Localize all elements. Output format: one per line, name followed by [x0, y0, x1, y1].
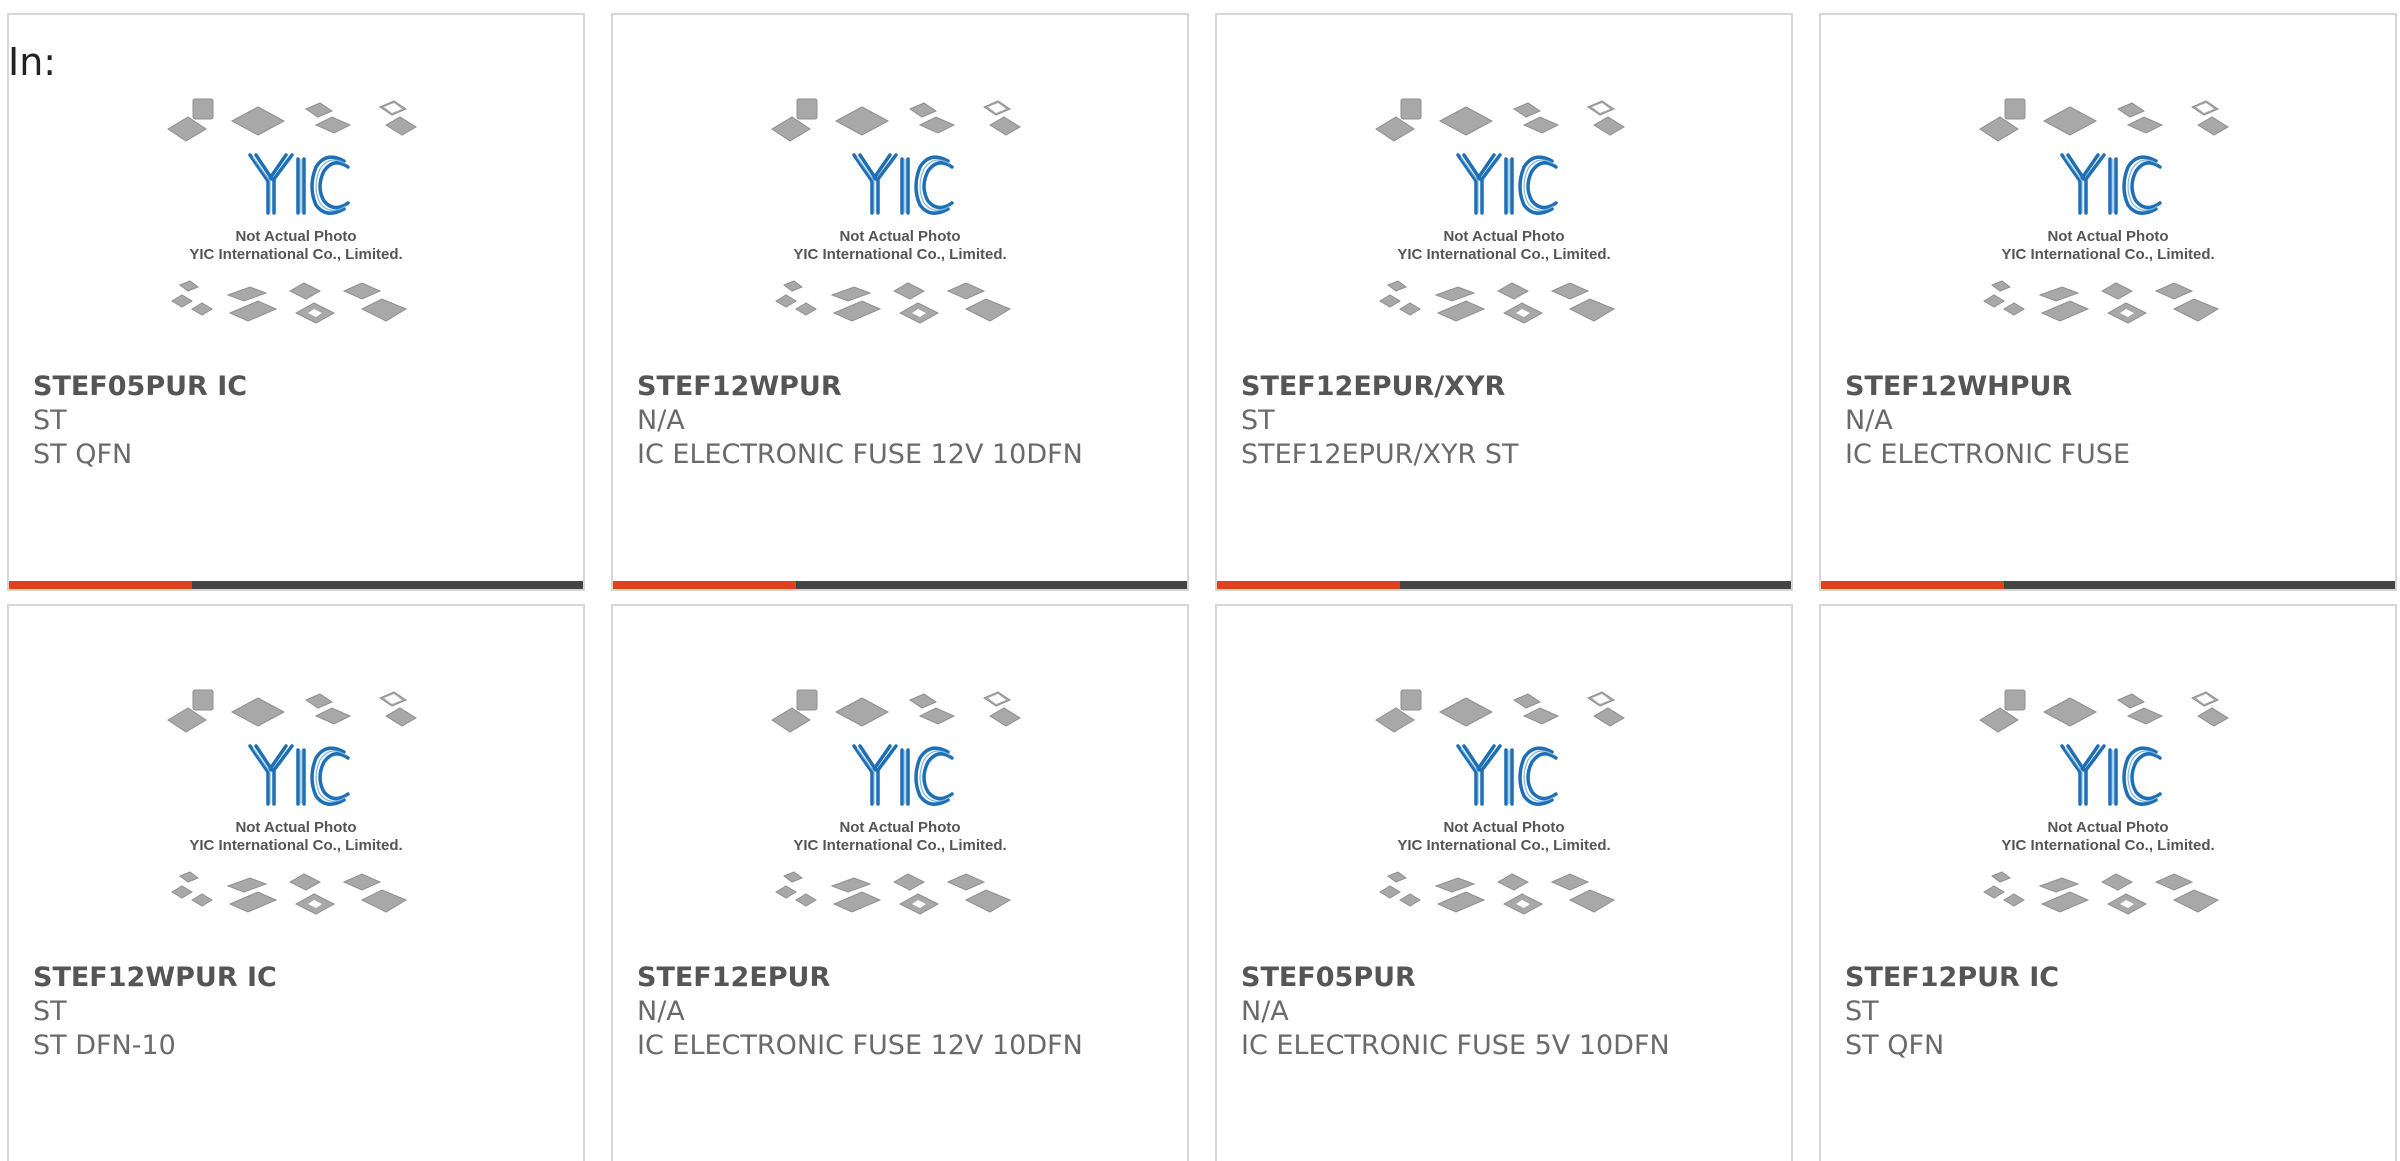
- product-description: IC ELECTRONIC FUSE: [1845, 439, 2131, 470]
- placeholder-image-icon: Not Actual Photo YIC International Co., …: [1375, 689, 1625, 915]
- part-number-link[interactable]: STEF12EPUR: [637, 961, 1177, 995]
- card-bottom-bar: [613, 581, 1187, 589]
- part-number-link[interactable]: STEF12PUR IC: [1845, 961, 2385, 995]
- svg-text:Not Actual Photo: Not Actual Photo: [1443, 228, 1564, 245]
- card-bottom-bar: [1217, 581, 1791, 589]
- svg-text:Not Actual Photo: Not Actual Photo: [2047, 819, 2168, 836]
- product-info: STEF12WPUR IC ST ST DFN-10: [33, 961, 573, 1063]
- product-description: ST DFN-10: [33, 1030, 176, 1061]
- svg-text:YIC International Co., Limited: YIC International Co., Limited.: [793, 246, 1006, 263]
- svg-text:Not Actual Photo: Not Actual Photo: [1443, 819, 1564, 836]
- product-description: STEF12EPUR/XYR ST: [1241, 439, 1519, 470]
- product-image[interactable]: Not Actual Photo YIC International Co., …: [9, 686, 583, 956]
- placeholder-image-icon: Not Actual Photo YIC International Co., …: [1979, 689, 2229, 915]
- product-image[interactable]: Not Actual Photo YIC International Co., …: [613, 686, 1187, 956]
- product-grid-page: In: Not Actual Photo YIC International C…: [0, 0, 2400, 1161]
- manufacturer: ST: [33, 996, 67, 1027]
- manufacturer: N/A: [637, 996, 685, 1027]
- product-description: IC ELECTRONIC FUSE 5V 10DFN: [1241, 1030, 1670, 1061]
- product-card[interactable]: Not Actual Photo YIC International Co., …: [1819, 604, 2397, 1161]
- card-bottom-bar: [9, 581, 583, 589]
- manufacturer: ST: [33, 405, 67, 436]
- part-number-link[interactable]: STEF12EPUR/XYR: [1241, 370, 1781, 404]
- placeholder-image-icon: Not Actual Photo YIC International Co., …: [167, 689, 417, 915]
- product-image[interactable]: Not Actual Photo YIC International Co., …: [1821, 686, 2395, 956]
- product-description: IC ELECTRONIC FUSE 12V 10DFN: [637, 439, 1083, 470]
- product-info: STEF12EPUR N/A IC ELECTRONIC FUSE 12V 10DF…: [637, 961, 1177, 1063]
- product-info: STEF12PUR IC ST ST QFN: [1845, 961, 2385, 1063]
- manufacturer: ST: [1845, 996, 1879, 1027]
- product-card[interactable]: Not Actual Photo YIC International Co., …: [611, 604, 1189, 1161]
- product-info: STEF05PUR IC ST ST QFN: [33, 370, 573, 472]
- placeholder-image-icon: Not Actual Photo YIC International Co., …: [1979, 98, 2229, 324]
- card-accent-strip: [9, 581, 192, 589]
- svg-text:YIC International Co., Limited: YIC International Co., Limited.: [189, 246, 402, 263]
- product-description: ST QFN: [1845, 1030, 1945, 1061]
- card-accent-strip: [1217, 581, 1400, 589]
- svg-text:Not Actual Photo: Not Actual Photo: [839, 819, 960, 836]
- part-number-link[interactable]: STEF12WPUR: [637, 370, 1177, 404]
- product-card[interactable]: Not Actual Photo YIC International Co., …: [7, 13, 585, 591]
- svg-text:YIC International Co., Limited: YIC International Co., Limited.: [189, 837, 402, 854]
- placeholder-image-icon: Not Actual Photo YIC International Co., …: [771, 98, 1021, 324]
- svg-text:YIC International Co., Limited: YIC International Co., Limited.: [793, 837, 1006, 854]
- product-image[interactable]: Not Actual Photo YIC International Co., …: [613, 95, 1187, 365]
- manufacturer: ST: [1241, 405, 1275, 436]
- manufacturer: N/A: [1241, 996, 1289, 1027]
- svg-text:YIC International Co., Limited: YIC International Co., Limited.: [2001, 246, 2214, 263]
- card-accent-strip: [613, 581, 796, 589]
- svg-text:Not Actual Photo: Not Actual Photo: [2047, 228, 2168, 245]
- svg-text:Not Actual Photo: Not Actual Photo: [839, 228, 960, 245]
- product-info: STEF05PUR N/A IC ELECTRONIC FUSE 5V 10DFN: [1241, 961, 1781, 1063]
- product-image[interactable]: Not Actual Photo YIC International Co., …: [1217, 95, 1791, 365]
- product-image[interactable]: Not Actual Photo YIC International Co., …: [9, 95, 583, 365]
- svg-text:Not Actual Photo: Not Actual Photo: [235, 228, 356, 245]
- placeholder-image-icon: Not Actual Photo YIC International Co., …: [771, 689, 1021, 915]
- svg-text:Not Actual Photo: Not Actual Photo: [235, 819, 356, 836]
- product-card[interactable]: Not Actual Photo YIC International Co., …: [1215, 604, 1793, 1161]
- part-number-link[interactable]: STEF12WHPUR: [1845, 370, 2385, 404]
- product-info: STEF12EPUR/XYR ST STEF12EPUR/XYR ST: [1241, 370, 1781, 472]
- product-card[interactable]: Not Actual Photo YIC International Co., …: [1215, 13, 1793, 591]
- card-bottom-bar: [1821, 581, 2395, 589]
- svg-text:YIC International Co., Limited: YIC International Co., Limited.: [1397, 837, 1610, 854]
- product-image[interactable]: Not Actual Photo YIC International Co., …: [1217, 686, 1791, 956]
- product-info: STEF12WPUR N/A IC ELECTRONIC FUSE 12V 10DF…: [637, 370, 1177, 472]
- product-card[interactable]: Not Actual Photo YIC International Co., …: [7, 604, 585, 1161]
- manufacturer: N/A: [1845, 405, 1893, 436]
- filter-label: In:: [8, 40, 57, 84]
- product-info: STEF12WHPUR N/A IC ELECTRONIC FUSE: [1845, 370, 2385, 472]
- part-number-link[interactable]: STEF05PUR IC: [33, 370, 573, 404]
- svg-text:YIC International Co., Limited: YIC International Co., Limited.: [1397, 246, 1610, 263]
- product-image[interactable]: Not Actual Photo YIC International Co., …: [1821, 95, 2395, 365]
- card-accent-strip: [1821, 581, 2004, 589]
- product-description: IC ELECTRONIC FUSE 12V 10DFN: [637, 1030, 1083, 1061]
- placeholder-image-icon: Not Actual Photo YIC International Co., …: [1375, 98, 1625, 324]
- part-number-link[interactable]: STEF05PUR: [1241, 961, 1781, 995]
- product-card[interactable]: Not Actual Photo YIC International Co., …: [1819, 13, 2397, 591]
- placeholder-image-icon: Not Actual Photo YIC International Co., …: [167, 98, 417, 324]
- product-card[interactable]: Not Actual Photo YIC International Co., …: [611, 13, 1189, 591]
- svg-text:YIC International Co., Limited: YIC International Co., Limited.: [2001, 837, 2214, 854]
- part-number-link[interactable]: STEF12WPUR IC: [33, 961, 573, 995]
- manufacturer: N/A: [637, 405, 685, 436]
- product-description: ST QFN: [33, 439, 133, 470]
